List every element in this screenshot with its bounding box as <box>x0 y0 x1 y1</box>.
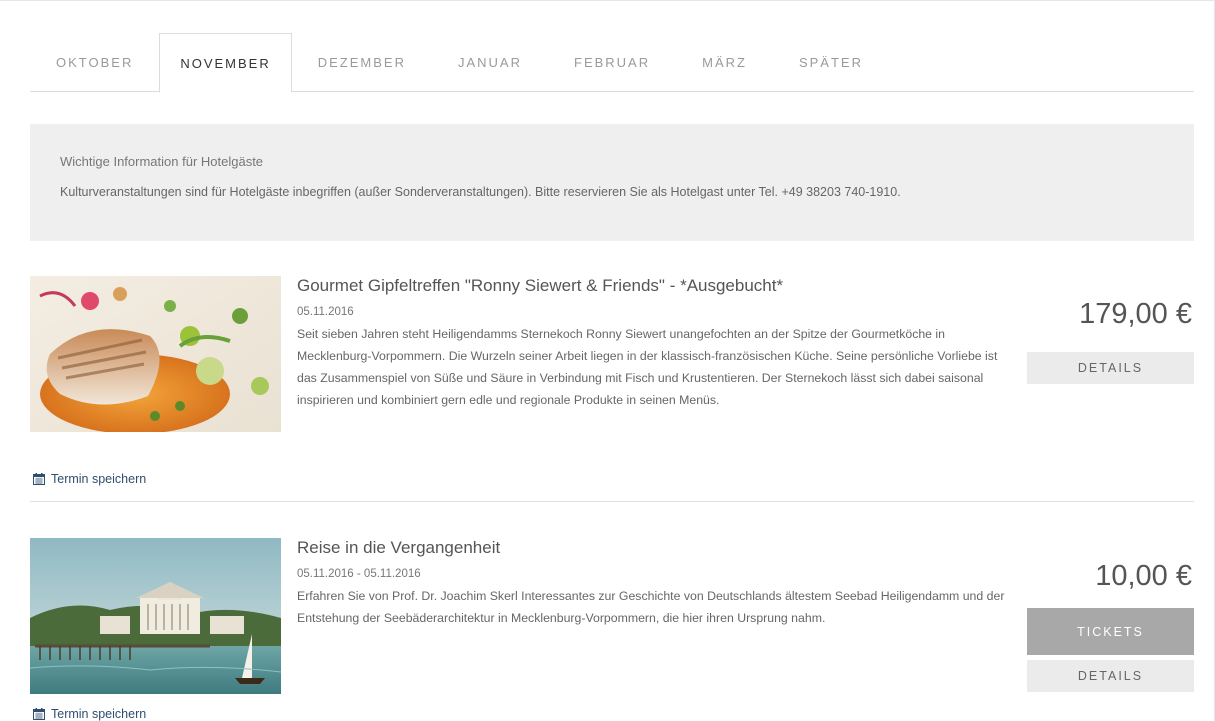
event-date: 05.11.2016 - 05.11.2016 <box>297 568 421 580</box>
event-description: Erfahren Sie von Prof. Dr. Joachim Skerl… <box>297 589 1005 625</box>
details-button[interactable]: DETAILS <box>1027 352 1194 384</box>
divider <box>30 501 1194 502</box>
tab-januar[interactable]: JANUAR <box>432 33 548 92</box>
event-image-heiligendamm-painting[interactable] <box>30 538 281 694</box>
tab-oktober[interactable]: OKTOBER <box>30 33 159 92</box>
save-date-label: Termin speichern <box>51 707 147 721</box>
info-text: Kulturveranstaltungen sind für Hotelgäst… <box>60 185 901 199</box>
event-body: Gourmet Gipfeltreffen "Ronny Siewert & F… <box>297 276 1007 411</box>
tab-dezember[interactable]: DEZEMBER <box>292 33 432 92</box>
tab-februar[interactable]: FEBRUAR <box>548 33 676 92</box>
hotel-guest-info-box: Wichtige Information für Hotelgäste Kult… <box>30 124 1194 241</box>
event-title[interactable]: Reise in die Vergangenheit <box>297 538 1007 558</box>
event-date: 05.11.2016 <box>297 306 354 318</box>
tickets-button[interactable]: TICKETS <box>1027 608 1194 655</box>
save-date-label: Termin speichern <box>51 472 147 486</box>
info-title: Wichtige Information für Hotelgäste <box>60 154 264 169</box>
tab-spaeter[interactable]: SPÄTER <box>773 33 889 92</box>
calendar-icon <box>33 708 45 720</box>
event-item: Reise in die Vergangenheit 05.11.2016 - … <box>30 538 1194 721</box>
event-price: 10,00 € <box>1095 560 1192 592</box>
save-date-link[interactable]: Termin speichern <box>33 472 146 486</box>
save-date-link[interactable]: Termin speichern <box>33 707 146 721</box>
event-image-gourmet-dish[interactable] <box>30 276 281 432</box>
tab-maerz[interactable]: MÄRZ <box>676 33 773 92</box>
event-description: Seit sieben Jahren steht Heiligendamms S… <box>297 327 998 407</box>
event-item: Gourmet Gipfeltreffen "Ronny Siewert & F… <box>30 276 1194 486</box>
event-title[interactable]: Gourmet Gipfeltreffen "Ronny Siewert & F… <box>297 276 1007 296</box>
month-tabs: OKTOBER NOVEMBER DEZEMBER JANUAR FEBRUAR… <box>30 33 1194 93</box>
calendar-icon <box>33 473 45 485</box>
details-button[interactable]: DETAILS <box>1027 660 1194 692</box>
tab-november[interactable]: NOVEMBER <box>159 33 292 93</box>
event-body: Reise in die Vergangenheit 05.11.2016 - … <box>297 538 1007 629</box>
event-price: 179,00 € <box>1079 298 1192 330</box>
